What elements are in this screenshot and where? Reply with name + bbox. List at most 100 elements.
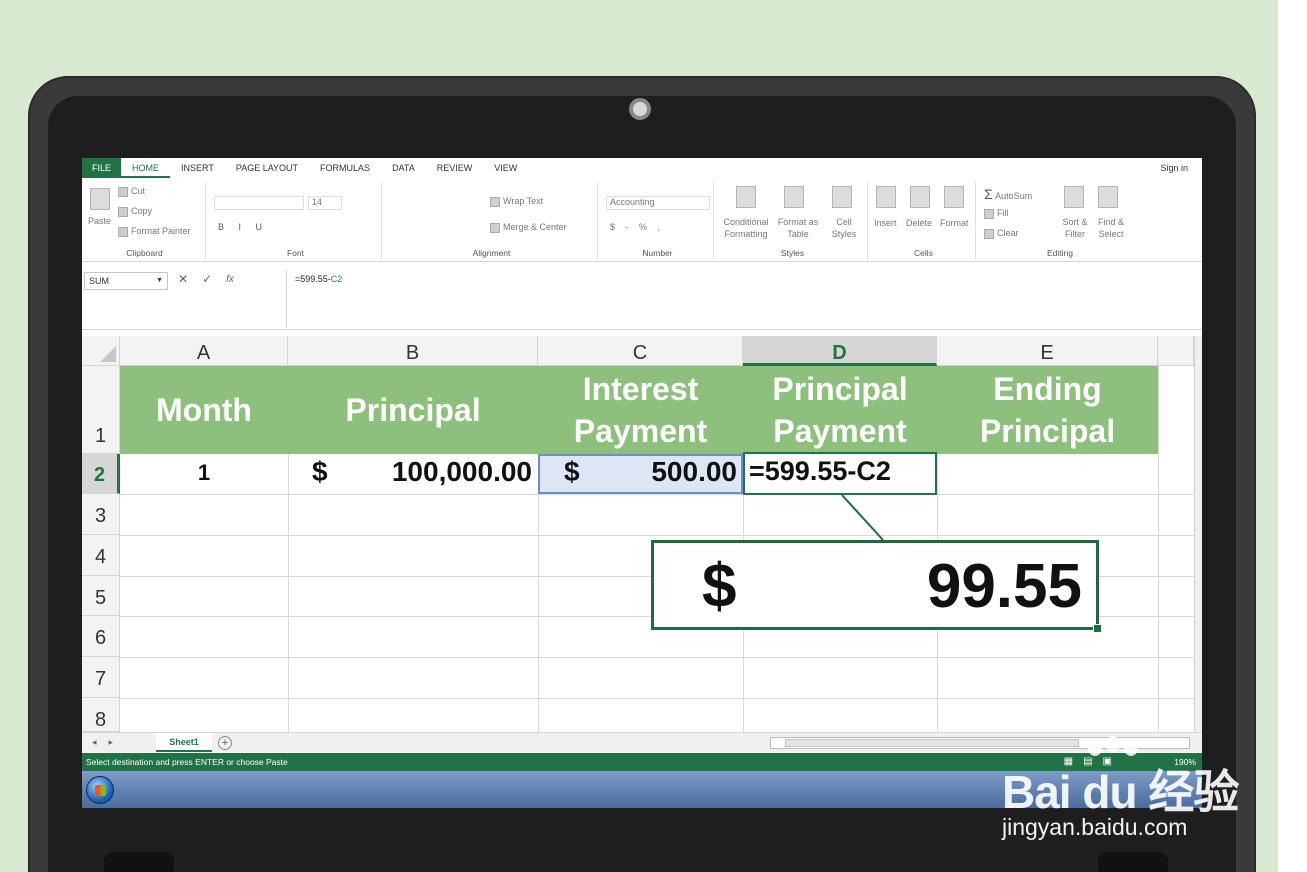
row-header-4[interactable]: 4 — [82, 535, 120, 576]
autosum-button[interactable]: Σ AutoSum — [984, 186, 1032, 202]
callout-currency: $ — [702, 552, 737, 621]
header-principal-payment[interactable]: Principal Payment — [753, 366, 927, 454]
tab-insert[interactable]: INSERT — [170, 158, 225, 178]
cell-c2[interactable]: 500.00 — [612, 456, 737, 488]
alignment-group: Wrap Text Merge & Center Alignment — [386, 182, 598, 260]
fill-handle[interactable] — [1093, 624, 1102, 633]
row-header-8[interactable]: 8 — [82, 698, 120, 732]
sign-in-link[interactable]: Sign in — [1160, 158, 1188, 178]
number-format-buttons[interactable]: $ - % , — [610, 222, 664, 232]
formula-input[interactable]: =599.55-C2 — [286, 270, 1202, 328]
row-header-2[interactable]: 2 — [82, 454, 120, 494]
header-ending-principal[interactable]: Ending Principal — [957, 366, 1138, 454]
row-header-3[interactable]: 3 — [82, 494, 120, 535]
cell-styles-icon — [832, 186, 852, 208]
tab-formulas[interactable]: FORMULAS — [309, 158, 381, 178]
select-all-button[interactable] — [82, 336, 120, 366]
callout-amount: 99.55 — [926, 552, 1082, 621]
column-header-e[interactable]: E — [937, 336, 1158, 366]
sigma-icon: Σ — [984, 186, 993, 202]
tab-file[interactable]: FILE — [82, 158, 122, 178]
header-interest-payment[interactable]: Interest Payment — [548, 366, 733, 454]
cell-c2-currency: $ — [564, 456, 580, 487]
format-as-table-button[interactable]: Format as Table — [776, 216, 820, 240]
format-painter-button[interactable]: Format Painter — [118, 226, 191, 237]
clipboard-label: Clipboard — [126, 248, 163, 258]
row-header-6[interactable]: 6 — [82, 616, 120, 657]
start-button[interactable] — [86, 776, 114, 804]
tab-page-layout[interactable]: PAGE LAYOUT — [225, 158, 309, 178]
gridline — [120, 698, 1194, 699]
fill-button[interactable]: Fill — [984, 208, 1009, 219]
copy-button[interactable]: Copy — [118, 206, 152, 217]
gridline — [120, 535, 1194, 536]
wrap-text-button[interactable]: Wrap Text — [490, 196, 543, 207]
sheet-nav-arrows[interactable]: ◂▸ — [92, 737, 125, 748]
paste-icon — [90, 188, 110, 210]
result-callout: $ 99.55 — [651, 540, 1102, 633]
header-month[interactable]: Month — [120, 366, 288, 454]
baidu-watermark: Bai du 经验 jingyan.baidu.com — [1002, 736, 1242, 850]
brush-icon — [118, 226, 128, 237]
gridline — [1158, 366, 1159, 732]
font-label: Font — [286, 248, 304, 258]
delete-cells-icon — [910, 186, 930, 208]
cell-styles-button[interactable]: Cell Styles — [824, 216, 864, 240]
gridline — [120, 657, 1194, 658]
number-label: Number — [642, 248, 673, 258]
page-right-strip — [1278, 0, 1307, 872]
formula-text: =599.55-C2 — [295, 274, 343, 284]
tab-data[interactable]: DATA — [381, 158, 426, 178]
format-button[interactable]: Format — [940, 218, 969, 228]
formula-buttons: ✕ ✓ fx — [178, 272, 234, 288]
insert-cells-icon — [876, 186, 896, 208]
cut-button[interactable]: Cut — [118, 186, 145, 197]
number-format-select[interactable]: Accounting — [606, 196, 710, 210]
cell-b2[interactable]: 100,000.00 — [372, 456, 532, 488]
row-header-5[interactable]: 5 — [82, 576, 120, 616]
conditional-formatting-button[interactable]: Conditional Formatting — [720, 216, 772, 240]
merge-center-button[interactable]: Merge & Center — [490, 222, 567, 233]
vertical-scrollbar[interactable] — [1194, 336, 1202, 732]
cell-d2-formula[interactable]: =599.55-C2 — [749, 456, 891, 487]
webcam-icon — [629, 98, 651, 120]
font-group: 14 B I U Font — [210, 182, 382, 260]
clear-button[interactable]: Clear — [984, 228, 1019, 239]
insert-button[interactable]: Insert — [874, 218, 897, 228]
merge-icon — [490, 222, 500, 233]
tab-home[interactable]: HOME — [121, 158, 171, 178]
tab-view[interactable]: VIEW — [483, 158, 528, 178]
paw-icon — [1088, 740, 1102, 756]
formula-bar: SUM ▼ ✕ ✓ fx =599.55-C2 — [82, 266, 1202, 330]
worksheet-grid[interactable]: A B C D E 1 2 3 4 5 6 7 8 Month Principa… — [82, 336, 1202, 732]
insert-function-icon[interactable]: fx — [226, 272, 234, 288]
conditional-formatting-icon — [736, 186, 756, 208]
column-header-f[interactable] — [1158, 336, 1194, 366]
font-style-buttons[interactable]: B I U — [218, 222, 268, 232]
number-group: Accounting $ - % , Number — [602, 182, 714, 260]
sheet-tab-sheet1[interactable]: Sheet1 — [156, 733, 212, 752]
font-size-select[interactable]: 14 — [308, 196, 342, 210]
column-header-c[interactable]: C — [538, 336, 743, 366]
cells-group: Insert Delete Format Cells — [872, 182, 976, 260]
excel-window: FILE HOME INSERT PAGE LAYOUT FORMULAS DA… — [82, 158, 1202, 808]
row-header-7[interactable]: 7 — [82, 657, 120, 698]
paste-button[interactable]: Paste — [88, 216, 111, 226]
sort-filter-button[interactable]: Sort & Filter — [1058, 216, 1092, 240]
ribbon-home: Paste Cut Copy Format Painter Clipboard … — [82, 178, 1202, 262]
column-header-d[interactable]: D — [743, 336, 937, 366]
delete-button[interactable]: Delete — [906, 218, 932, 228]
editing-group: Σ AutoSum Fill Clear Sort & Filter Find … — [980, 182, 1140, 260]
name-box[interactable]: SUM ▼ — [84, 272, 168, 290]
row-header-1[interactable]: 1 — [82, 366, 120, 454]
column-header-a[interactable]: A — [120, 336, 288, 366]
enter-icon[interactable]: ✓ — [202, 272, 212, 288]
cancel-icon[interactable]: ✕ — [178, 272, 188, 288]
find-select-button[interactable]: Find & Select — [1092, 216, 1130, 240]
add-sheet-icon[interactable]: + — [218, 736, 232, 750]
cell-a2[interactable]: 1 — [120, 460, 288, 486]
column-header-b[interactable]: B — [288, 336, 538, 366]
font-family-select[interactable] — [214, 196, 304, 210]
header-principal[interactable]: Principal — [288, 366, 538, 454]
tab-review[interactable]: REVIEW — [426, 158, 484, 178]
